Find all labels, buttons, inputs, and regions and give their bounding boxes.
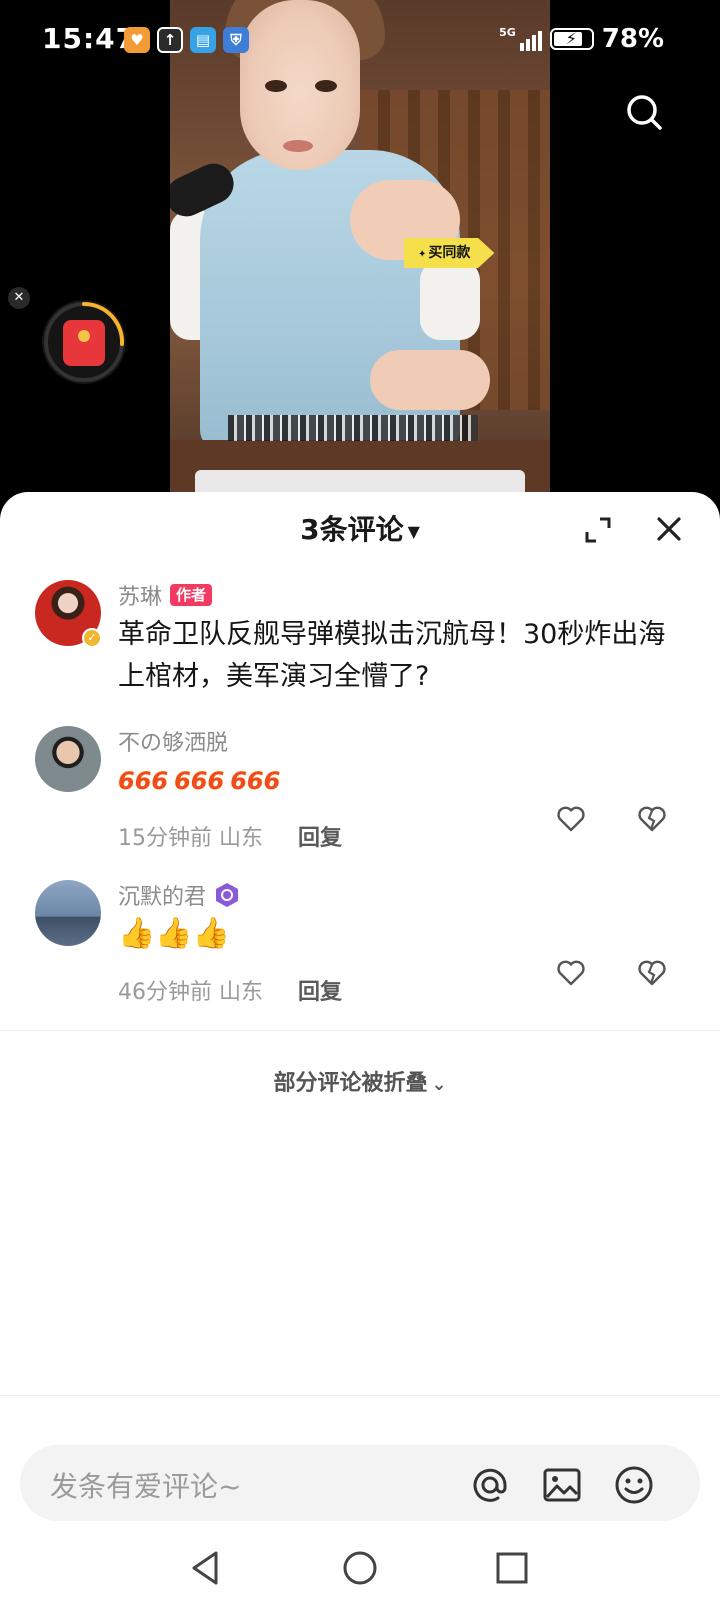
author-tag: 作者 bbox=[170, 584, 213, 606]
folded-comments-toggle[interactable]: 部分评论被折叠 ⌄ bbox=[0, 1065, 720, 1097]
folded-comments-label: 部分评论被折叠 bbox=[273, 1071, 428, 1096]
recents-icon[interactable] bbox=[492, 1548, 532, 1588]
heart-app-icon: ♥ bbox=[124, 27, 150, 53]
video-presenter-eye bbox=[265, 80, 287, 92]
emoji-666-icon: 666 bbox=[174, 767, 225, 795]
video-player[interactable]: ✦ 买同款 bbox=[0, 0, 720, 540]
comment-emoji-row[interactable]: 👍👍👍 bbox=[118, 912, 680, 956]
comment-location: 山东 bbox=[219, 980, 264, 1005]
divider bbox=[0, 1395, 720, 1396]
red-packet-icon bbox=[63, 320, 105, 366]
back-icon[interactable] bbox=[186, 1548, 226, 1588]
emoji-icon[interactable] bbox=[614, 1465, 654, 1505]
level-badge-icon bbox=[216, 883, 239, 907]
comment-time: 46分钟前 bbox=[118, 980, 212, 1005]
image-icon[interactable] bbox=[542, 1465, 582, 1505]
notification-icons: ♥ ↑ ▤ ⛨ bbox=[124, 27, 249, 53]
comment-text[interactable]: 革命卫队反舰导弹模拟击沉航母！30秒炸出海上棺材，美军演习全懵了? bbox=[118, 614, 680, 698]
video-presenter-hand bbox=[370, 350, 490, 410]
divider bbox=[0, 1030, 720, 1031]
buy-same-label: 买同款 bbox=[428, 245, 471, 261]
comment-author[interactable]: 苏琳 bbox=[118, 579, 162, 611]
comment-meta-row: 15分钟前 山东 回复 bbox=[118, 820, 680, 860]
comments-title: 3条评论 bbox=[300, 513, 404, 546]
comments-header: 3条评论 ▼ bbox=[0, 492, 720, 564]
close-icon[interactable] bbox=[656, 516, 682, 542]
home-icon[interactable] bbox=[340, 1548, 380, 1588]
comment-location: 山东 bbox=[219, 826, 264, 851]
comment-input-bar[interactable]: 发条有爱评论~ bbox=[20, 1445, 700, 1521]
status-bar: 15:47 ♥ ↑ ▤ ⛨ 5G ⚡ 78% bbox=[0, 0, 720, 80]
emoji-666-icon: 666 bbox=[230, 767, 281, 795]
avatar[interactable] bbox=[35, 726, 101, 792]
red-packet-close-button[interactable]: ✕ bbox=[8, 287, 30, 309]
comment-meta-row: 46分钟前 山东 回复 bbox=[118, 974, 680, 1014]
search-icon[interactable] bbox=[624, 92, 664, 132]
emoji-666-icon: 666 bbox=[118, 767, 169, 795]
status-right: 5G ⚡ 78% bbox=[499, 24, 664, 54]
at-icon[interactable] bbox=[470, 1465, 510, 1505]
book-app-icon: ▤ bbox=[190, 27, 216, 53]
reply-button[interactable]: 回复 bbox=[298, 974, 342, 1006]
system-nav-bar bbox=[0, 1530, 720, 1610]
comment-time: 15分钟前 bbox=[118, 826, 212, 851]
heart-icon[interactable] bbox=[556, 958, 586, 988]
expand-icon[interactable] bbox=[584, 516, 612, 544]
chevron-down-icon: ⌄ bbox=[431, 1074, 447, 1095]
comment-input-placeholder[interactable]: 发条有爱评论~ bbox=[50, 1465, 241, 1505]
red-packet-widget[interactable] bbox=[42, 300, 126, 384]
comment-author[interactable]: 不の够洒脱 bbox=[118, 725, 228, 757]
video-presenter-lips bbox=[283, 140, 313, 152]
avatar[interactable] bbox=[35, 880, 101, 946]
verified-icon: ✓ bbox=[82, 628, 102, 648]
comment-meta: 15分钟前 山东 bbox=[118, 820, 263, 852]
comment-author[interactable]: 沉默的君 bbox=[118, 879, 206, 911]
caret-down-icon: ▼ bbox=[407, 521, 420, 541]
comment-author-row: 不の够洒脱 bbox=[118, 726, 680, 756]
battery-percent: 78% bbox=[601, 24, 664, 54]
heart-icon[interactable] bbox=[556, 804, 586, 834]
video-caption-obscured bbox=[228, 415, 478, 441]
comment-author-row: 沉默的君 bbox=[118, 880, 680, 910]
broken-heart-icon[interactable] bbox=[637, 958, 667, 988]
comments-count-dropdown[interactable]: 3条评论 ▼ bbox=[0, 508, 720, 548]
comment-author-row: 苏琳 作者 bbox=[118, 580, 680, 610]
buy-same-badge[interactable]: ✦ 买同款 bbox=[404, 238, 495, 268]
comment-body: 沉默的君 👍👍👍 46分钟前 山东 回复 bbox=[118, 880, 680, 1014]
signal-icon: 5G bbox=[499, 27, 542, 51]
status-time: 15:47 bbox=[42, 22, 137, 55]
comment-meta: 46分钟前 山东 bbox=[118, 974, 263, 1006]
comments-sheet: 3条评论 ▼ ✓ 苏琳 作者 革命卫队反舰导弹模拟击沉航母！30秒炸出海上棺材，美… bbox=[0, 492, 720, 1610]
shield-app-icon: ⛨ bbox=[223, 27, 249, 53]
upload-app-icon: ↑ bbox=[157, 27, 183, 53]
comment-body: 苏琳 作者 革命卫队反舰导弹模拟击沉航母！30秒炸出海上棺材，美军演习全懵了? bbox=[118, 580, 680, 698]
video-presenter-eye bbox=[315, 80, 337, 92]
broken-heart-icon[interactable] bbox=[637, 804, 667, 834]
sparkle-icon: ✦ bbox=[418, 249, 427, 260]
reply-button[interactable]: 回复 bbox=[298, 820, 342, 852]
network-type: 5G bbox=[499, 26, 516, 39]
battery-icon: ⚡ bbox=[549, 28, 594, 50]
comment-body: 不の够洒脱 666 666 666 15分钟前 山东 回复 bbox=[118, 726, 680, 860]
video-sleeve-right bbox=[420, 260, 480, 340]
comment-emoji-row[interactable]: 666 666 666 bbox=[118, 758, 680, 802]
